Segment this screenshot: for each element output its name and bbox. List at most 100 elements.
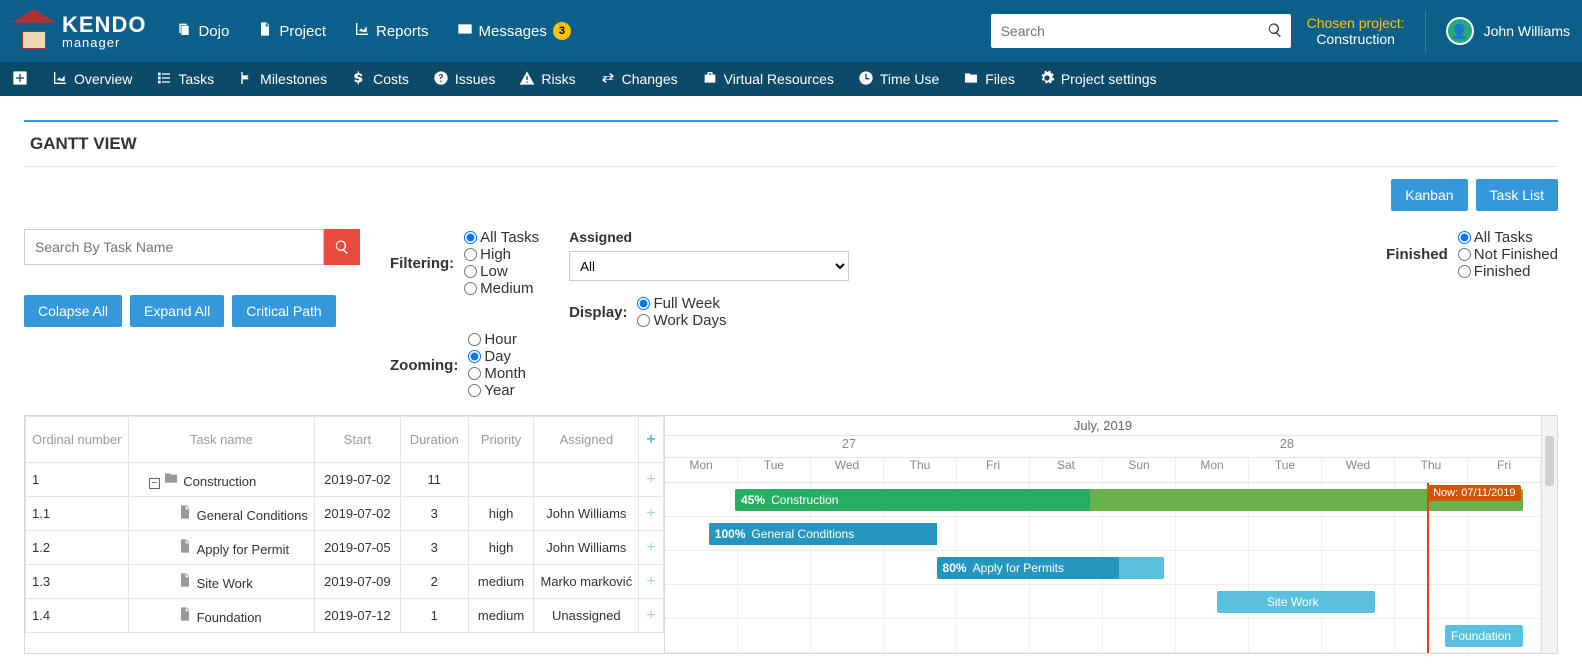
chosen-project-label: Chosen project: — [1307, 15, 1405, 31]
file-icon — [177, 610, 193, 625]
column-priority[interactable]: Priority — [468, 417, 534, 463]
avatar: 👤 — [1446, 17, 1474, 45]
add-task-icon[interactable]: + — [646, 471, 655, 488]
expand-all-button[interactable]: Expand All — [130, 295, 224, 327]
display-group: Display: Full Week Work Days — [569, 295, 849, 329]
vertical-scrollbar[interactable] — [1541, 416, 1557, 653]
plus-icon — [12, 70, 28, 89]
filtering-group: Filtering: All Tasks High Low Medium — [390, 229, 539, 297]
subnav-milestones[interactable]: Milestones — [238, 70, 327, 89]
topnav-messages[interactable]: Messages3 — [457, 21, 571, 41]
assigned-select[interactable]: All — [569, 251, 849, 281]
gantt-bar-site-work[interactable]: Site Work — [1217, 591, 1375, 613]
subnav-issues[interactable]: Issues — [433, 70, 495, 89]
column-start[interactable]: Start — [314, 417, 400, 463]
table-row[interactable]: 1.3Site Work2019-07-092mediumMarko marko… — [26, 565, 664, 599]
assigned-label: Assigned — [569, 229, 849, 245]
gantt-bar-general-conditions[interactable]: 100%General Conditions — [709, 523, 937, 545]
add-task-icon[interactable]: + — [646, 607, 655, 624]
folder-icon — [163, 474, 179, 489]
global-search[interactable] — [991, 14, 1291, 48]
day-header: Wed — [1322, 458, 1395, 482]
add-task-icon[interactable]: + — [646, 573, 655, 590]
tasks-icon — [156, 70, 172, 89]
table-row[interactable]: 1.2Apply for Permit2019-07-053highJohn W… — [26, 531, 664, 565]
topnav-dojo[interactable]: Dojo — [176, 21, 229, 41]
subnav-add[interactable] — [12, 70, 28, 89]
filtering-option-all-tasks[interactable]: All Tasks — [464, 229, 539, 246]
day-header: Sat — [1030, 458, 1103, 482]
finished-option-finished[interactable]: Finished — [1458, 263, 1558, 280]
filtering-option-low[interactable]: Low — [464, 263, 539, 280]
finished-option-not-finished[interactable]: Not Finished — [1458, 246, 1558, 263]
tree-toggle[interactable]: − — [149, 478, 160, 489]
day-header: Thu — [884, 458, 957, 482]
logo[interactable]: KENDO manager — [12, 9, 146, 53]
subnav-overview[interactable]: Overview — [52, 70, 132, 89]
column-task-name[interactable]: Task name — [128, 417, 314, 463]
subnav-files[interactable]: Files — [963, 70, 1015, 89]
display-option-work-days[interactable]: Work Days — [637, 312, 726, 329]
task-list-button[interactable]: Task List — [1476, 179, 1558, 211]
subnav-costs[interactable]: Costs — [351, 70, 409, 89]
column-ordinal-number[interactable]: Ordinal number — [26, 417, 129, 463]
zooming-option-hour[interactable]: Hour — [468, 331, 526, 348]
gantt-row — [665, 585, 1541, 619]
subnav-changes[interactable]: Changes — [600, 70, 678, 89]
chart-icon — [52, 70, 68, 89]
file-icon — [177, 576, 193, 591]
timeline-month: July, 2019 — [665, 416, 1541, 436]
column-assigned[interactable]: Assigned — [534, 417, 639, 463]
flag-icon — [238, 70, 254, 89]
kanban-button[interactable]: Kanban — [1391, 179, 1467, 211]
folder-icon — [963, 70, 979, 89]
day-header: Fri — [957, 458, 1030, 482]
logo-icon — [12, 9, 56, 53]
gantt-timeline[interactable]: July, 2019 2728 MonTueWedThuFriSatSunMon… — [665, 416, 1541, 653]
day-header: Tue — [1249, 458, 1322, 482]
user-menu[interactable]: 👤 John Williams — [1425, 10, 1570, 52]
day-header: Thu — [1395, 458, 1468, 482]
subnav-virtual-resources[interactable]: Virtual Resources — [702, 70, 834, 89]
display-option-full-week[interactable]: Full Week — [637, 295, 726, 312]
subnav-tasks[interactable]: Tasks — [156, 70, 214, 89]
finished-option-all-tasks[interactable]: All Tasks — [1458, 229, 1558, 246]
column-duration[interactable]: Duration — [400, 417, 468, 463]
top-nav: Dojo Project Reports Messages3 — [176, 21, 570, 41]
task-search-input[interactable] — [24, 229, 324, 265]
zooming-group: Zooming: Hour Day Month Year — [390, 331, 539, 399]
topnav-reports[interactable]: Reports — [354, 21, 429, 41]
add-column-icon[interactable]: + — [646, 431, 655, 448]
mail-icon — [457, 21, 473, 41]
critical-path-button[interactable]: Critical Path — [232, 295, 335, 327]
copy-icon — [176, 21, 192, 41]
subnav-time-use[interactable]: Time Use — [858, 70, 939, 89]
add-task-icon[interactable]: + — [646, 505, 655, 522]
table-row[interactable]: 1.1General Conditions2019-07-023highJohn… — [26, 497, 664, 531]
gantt-bar-foundation[interactable]: Foundation — [1445, 625, 1524, 647]
add-task-icon[interactable]: + — [646, 539, 655, 556]
collapse-all-button[interactable]: Colapse All — [24, 295, 122, 327]
task-search-button[interactable] — [324, 229, 360, 265]
gantt-bar-apply-for-permits[interactable]: 80%Apply for Permits — [937, 557, 1165, 579]
filtering-option-high[interactable]: High — [464, 246, 539, 263]
day-header: Wed — [811, 458, 884, 482]
gantt-bar-construction[interactable]: 45%Construction — [735, 489, 1523, 511]
search-icon[interactable] — [1267, 22, 1283, 41]
topnav-project[interactable]: Project — [257, 21, 326, 41]
zooming-option-year[interactable]: Year — [468, 382, 526, 399]
table-row[interactable]: 1.4Foundation2019-07-121mediumUnassigned… — [26, 599, 664, 633]
zooming-option-month[interactable]: Month — [468, 365, 526, 382]
cog-icon — [1039, 70, 1055, 89]
gantt-task-table: Ordinal numberTask nameStartDurationPrio… — [25, 416, 665, 653]
subnav-risks[interactable]: Risks — [519, 70, 575, 89]
table-row[interactable]: 1− Construction2019-07-0211+ — [26, 463, 664, 497]
chart-icon — [354, 21, 370, 41]
search-input[interactable] — [991, 17, 1291, 45]
finished-group: Finished All Tasks Not Finished Finished — [1386, 229, 1558, 280]
filtering-option-medium[interactable]: Medium — [464, 280, 539, 297]
messages-badge: 3 — [553, 22, 571, 40]
subnav-project-settings[interactable]: Project settings — [1039, 70, 1157, 89]
file-icon — [177, 542, 193, 557]
zooming-option-day[interactable]: Day — [468, 348, 526, 365]
